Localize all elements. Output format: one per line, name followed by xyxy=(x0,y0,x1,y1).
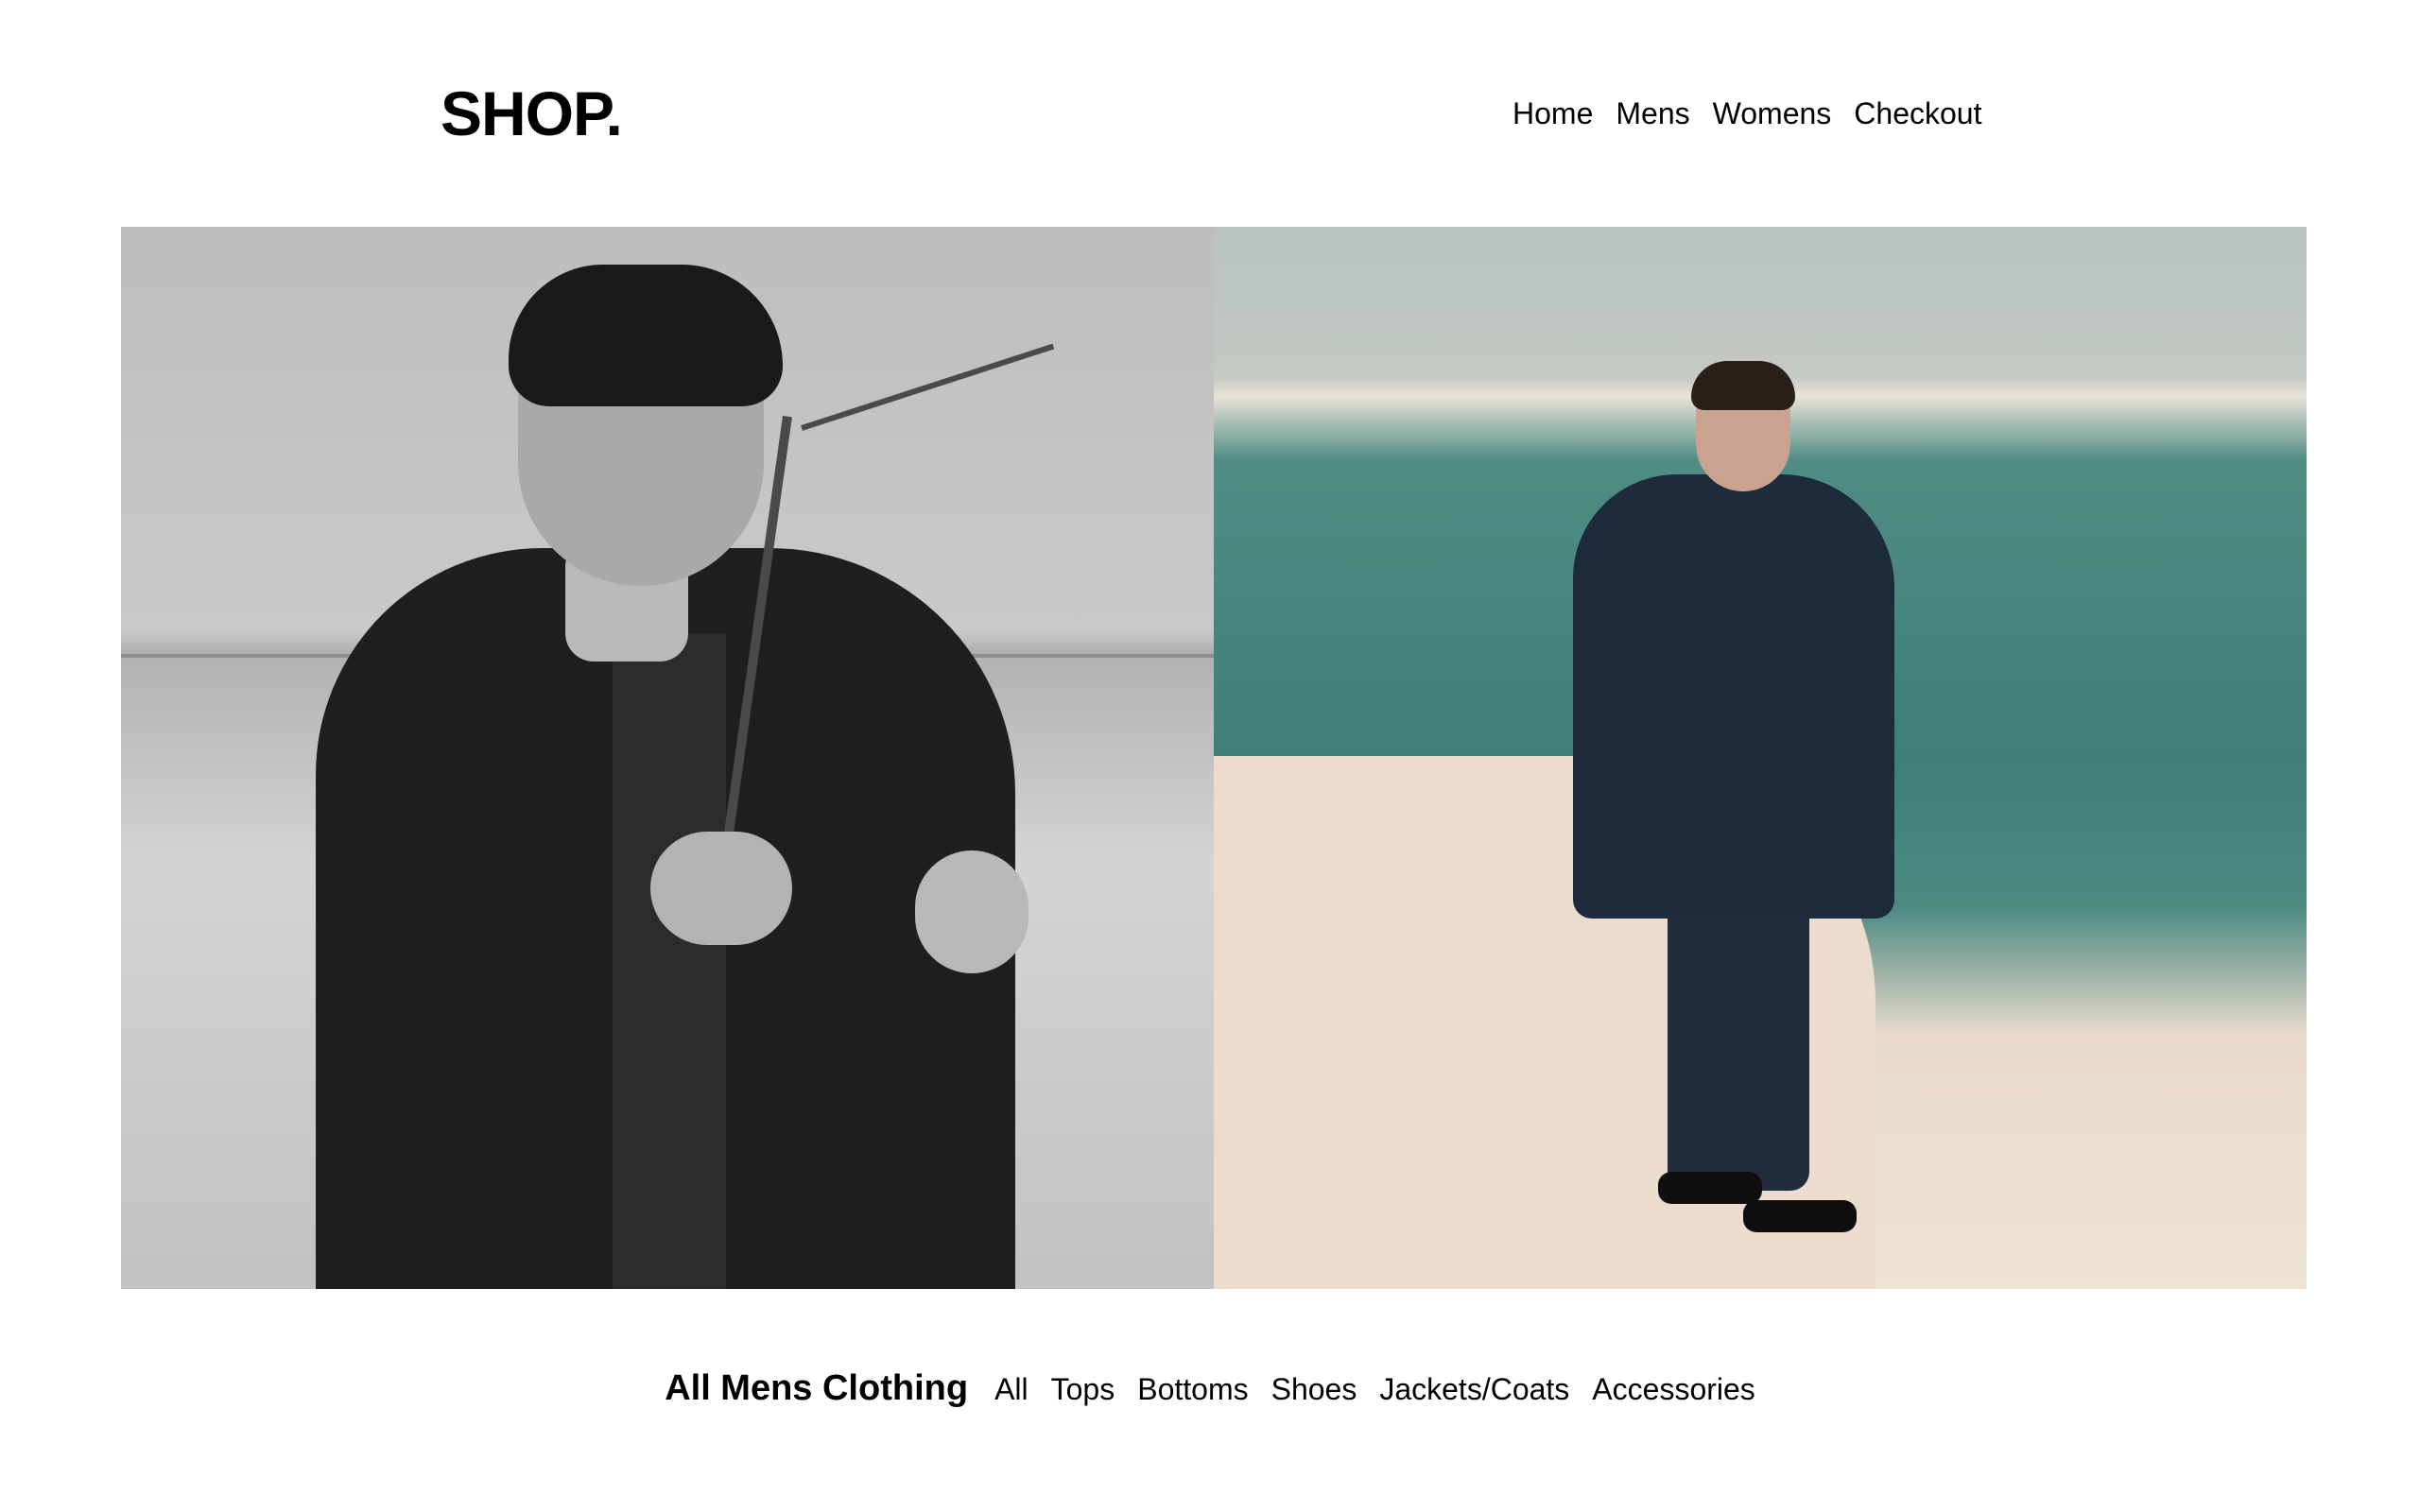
category-accessories-link[interactable]: Accessories xyxy=(1592,1366,1755,1413)
category-all-link[interactable]: All xyxy=(994,1366,1028,1413)
hero-image-left xyxy=(121,227,1214,1289)
model-hair xyxy=(509,265,783,406)
navy-coat xyxy=(1573,474,1894,919)
model-hair xyxy=(1691,361,1795,410)
category-jackets-coats-link[interactable]: Jackets/Coats xyxy=(1379,1366,1569,1413)
page: SHOP. Home Mens Womens Checkout All Mens… xyxy=(0,0,2420,1512)
boot-left xyxy=(1658,1172,1762,1204)
category-shoes-link[interactable]: Shoes xyxy=(1271,1366,1357,1413)
main-nav: Home Mens Womens Checkout xyxy=(1512,91,1981,136)
logo[interactable]: SHOP. xyxy=(441,76,623,151)
nav-mens-link[interactable]: Mens xyxy=(1616,91,1689,136)
hero-banner xyxy=(121,227,2307,1289)
category-bar: All Mens Clothing All Tops Bottoms Shoes… xyxy=(0,1365,2420,1413)
hero-image-right xyxy=(1214,227,2307,1289)
right-hand xyxy=(915,850,1028,973)
left-hand xyxy=(650,832,792,945)
shirt xyxy=(613,633,726,1289)
category-title: All Mens Clothing xyxy=(665,1368,969,1408)
category-tops-link[interactable]: Tops xyxy=(1051,1366,1115,1413)
category-bottoms-link[interactable]: Bottoms xyxy=(1137,1366,1248,1413)
boot-right xyxy=(1743,1200,1857,1232)
nav-checkout-link[interactable]: Checkout xyxy=(1854,91,1981,136)
nav-home-link[interactable]: Home xyxy=(1512,91,1593,136)
nav-womens-link[interactable]: Womens xyxy=(1713,91,1832,136)
branch-twig xyxy=(801,343,1055,431)
